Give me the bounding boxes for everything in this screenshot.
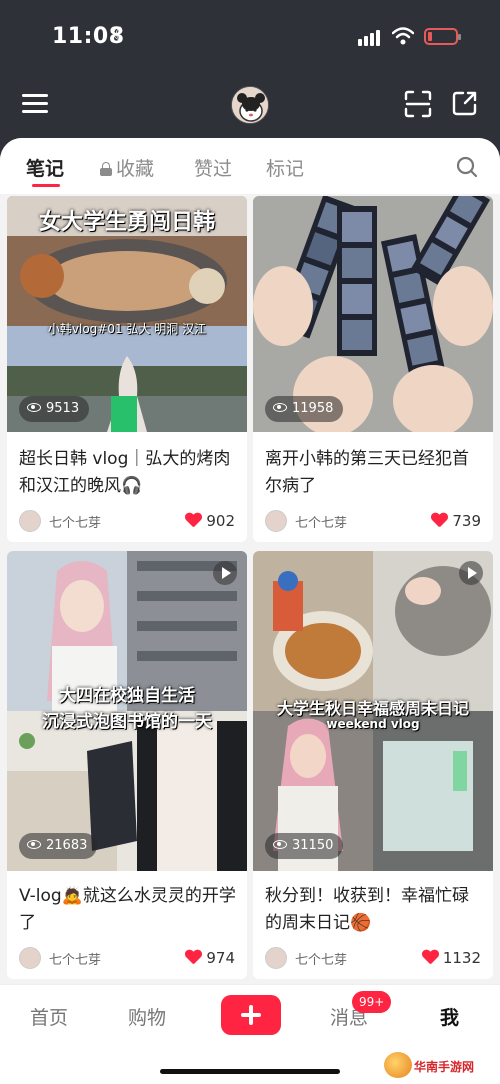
battery-icon [424, 28, 461, 45]
top-nav [0, 74, 500, 138]
overlay-subtitle: weekend vlog [326, 717, 420, 731]
view-count-value: 9513 [46, 401, 80, 416]
note-caption: 秋分到！收获到！幸福忙碌的周末日记🏀 [265, 886, 469, 933]
note-author[interactable]: 七个七芽 [265, 510, 405, 534]
scan-icon[interactable] [404, 90, 432, 118]
overlay-title: 大学生秋日幸福感周末日记 [276, 699, 469, 718]
nav-shop[interactable]: 购物 [128, 1003, 166, 1030]
share-icon[interactable] [452, 90, 478, 116]
nav-home[interactable]: 首页 [30, 1003, 68, 1030]
play-icon [459, 561, 483, 585]
author-name: 七个七芽 [295, 953, 348, 968]
view-count: 11958 [265, 396, 344, 422]
note-caption: 离开小韩的第三天已经犯首尔病了 [265, 449, 469, 496]
tab-collections-label: 收藏 [116, 158, 155, 180]
notes-sheet: 笔记 收藏 赞过 标记 女大学生勇闯日韩 小韩vlog#01 弘大 明洞 汉江 … [0, 138, 500, 998]
eye-icon [27, 840, 41, 849]
view-count-value: 31150 [292, 838, 334, 853]
like-count-value: 739 [452, 512, 481, 530]
view-count: 31150 [265, 833, 344, 859]
publish-button[interactable] [221, 995, 281, 1035]
search-icon[interactable] [456, 156, 478, 178]
author-avatar [19, 947, 41, 969]
heart-icon [422, 950, 438, 964]
eye-icon [27, 403, 41, 412]
note-author[interactable]: 七个七芽 [19, 510, 159, 534]
moon-icon: ☾ [112, 24, 129, 45]
overlay-title: 大四在校独自生活 [59, 686, 195, 706]
status-bar: 11:08 ☾ [0, 0, 500, 74]
eye-icon [273, 403, 287, 412]
avatar[interactable] [231, 86, 269, 124]
note-card[interactable]: 大四在校独自生活 沉浸式泡图书馆的一天 21683 V-log🙇就这么水灵灵的开… [7, 551, 247, 979]
note-card[interactable]: 大学生秋日幸福感周末日记 weekend vlog 31150 秋分到！收获到！… [253, 551, 493, 979]
like-count[interactable]: 1132 [422, 949, 481, 967]
overlay-subtitle: 小韩vlog#01 弘大 明洞 汉江 [47, 322, 207, 336]
heart-icon [185, 950, 201, 964]
tab-indicator [32, 184, 60, 187]
note-author[interactable]: 七个七芽 [19, 947, 159, 971]
like-count[interactable]: 902 [185, 512, 235, 530]
author-avatar [265, 947, 287, 969]
tab-liked[interactable]: 赞过 [194, 154, 232, 181]
author-name: 七个七芽 [49, 953, 102, 968]
note-card[interactable]: 女大学生勇闯日韩 小韩vlog#01 弘大 明洞 汉江 9513 超长日韩 vl… [7, 196, 247, 542]
home-indicator [160, 1069, 340, 1074]
nav-me[interactable]: 我 [440, 1003, 459, 1030]
author-avatar [19, 510, 41, 532]
messages-badge: 99+ [352, 991, 392, 1013]
author-name: 七个七芽 [49, 516, 102, 531]
view-count-value: 21683 [46, 838, 88, 853]
tab-marked[interactable]: 标记 [266, 154, 304, 181]
eye-icon [273, 840, 287, 849]
menu-icon[interactable] [22, 92, 48, 114]
note-caption: 超长日韩 vlog｜弘大的烤肉和汉江的晚风🎧 [19, 449, 231, 496]
overlay-subtitle: 沉浸式泡图书馆的一天 [42, 712, 212, 732]
author-name: 七个七芽 [295, 516, 348, 531]
profile-tabs: 笔记 收藏 赞过 标记 [0, 138, 500, 194]
heart-icon [185, 513, 201, 527]
tab-collections[interactable]: 收藏 [100, 154, 154, 181]
note-thumbnail: 11958 [253, 196, 493, 432]
like-count-value: 902 [206, 512, 235, 530]
view-count: 21683 [19, 833, 98, 859]
lock-icon [100, 162, 112, 176]
like-count[interactable]: 739 [431, 512, 481, 530]
like-count-value: 1132 [442, 949, 481, 967]
watermark-logo-icon [384, 1052, 412, 1078]
view-count: 9513 [19, 396, 90, 422]
signal-icon [358, 30, 382, 46]
watermark: 华南手游网 [380, 1050, 498, 1080]
note-thumbnail: 女大学生勇闯日韩 小韩vlog#01 弘大 明洞 汉江 9513 [7, 196, 247, 432]
note-thumbnail: 大学生秋日幸福感周末日记 weekend vlog 31150 [253, 551, 493, 871]
like-count-value: 974 [206, 949, 235, 967]
view-count-value: 11958 [292, 401, 334, 416]
note-card[interactable]: 11958 离开小韩的第三天已经犯首尔病了 七个七芽 739 [253, 196, 493, 542]
note-author[interactable]: 七个七芽 [265, 947, 405, 971]
like-count[interactable]: 974 [185, 949, 235, 967]
wifi-icon [392, 27, 414, 45]
note-caption: V-log🙇就这么水灵灵的开学了 [19, 886, 236, 933]
watermark-text: 华南手游网 [414, 1060, 475, 1074]
overlay-title: 女大学生勇闯日韩 [38, 210, 215, 235]
heart-icon [431, 513, 447, 527]
author-avatar [265, 510, 287, 532]
note-thumbnail: 大四在校独自生活 沉浸式泡图书馆的一天 21683 [7, 551, 247, 871]
play-icon [213, 561, 237, 585]
tab-notes[interactable]: 笔记 [26, 154, 64, 181]
